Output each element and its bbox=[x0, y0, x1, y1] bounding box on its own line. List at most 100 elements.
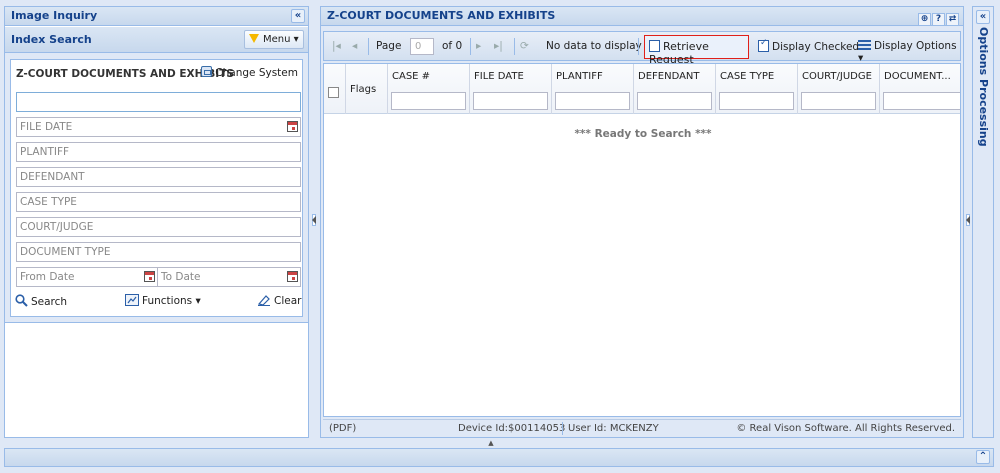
from-date-placeholder: From Date bbox=[20, 271, 75, 283]
functions-icon bbox=[125, 294, 139, 306]
menu-label: Menu ▾ bbox=[263, 34, 299, 45]
column-filter-input[interactable] bbox=[883, 92, 960, 110]
toolbar-separator bbox=[368, 38, 369, 55]
search-label: Search bbox=[31, 296, 68, 308]
column-label: DEFENDANT bbox=[638, 71, 700, 82]
column-filter-input[interactable] bbox=[473, 92, 548, 110]
column-label: CASE # bbox=[392, 71, 431, 82]
device-id: Device Id:$00114053 bbox=[458, 423, 566, 434]
column-header[interactable]: CASE # bbox=[388, 64, 470, 114]
clear-button[interactable]: Clear bbox=[257, 294, 301, 307]
expand-bottom-button[interactable]: ⌃ bbox=[976, 450, 990, 464]
file-date-field[interactable]: FILE DATE bbox=[16, 117, 301, 137]
plantiff-field[interactable]: PLANTIFF bbox=[16, 142, 301, 162]
prev-page-icon[interactable]: ◂ bbox=[352, 40, 357, 52]
from-date-field[interactable]: From Date bbox=[16, 267, 158, 287]
panel-title: Image Inquiry bbox=[11, 9, 98, 22]
status-bar: (PDF) Device Id:$00114053 User Id: MCKEN… bbox=[323, 419, 961, 436]
change-system-button[interactable]: Change System bbox=[201, 66, 298, 79]
functions-label: Functions ▾ bbox=[142, 295, 201, 307]
page-count: of 0 bbox=[442, 40, 463, 52]
column-header[interactable]: FILE DATE bbox=[470, 64, 552, 114]
documents-header: Z-COURT DOCUMENTS AND EXHIBITS ⊕? ⇄ bbox=[320, 6, 964, 26]
index-search-section: Index Search Menu ▾ Z-COURT DOCUMENTS AN… bbox=[5, 27, 308, 323]
column-label: Flags bbox=[350, 84, 377, 95]
column-filter-input[interactable] bbox=[719, 92, 794, 110]
options-processing-title: Options Processing bbox=[977, 27, 990, 147]
paging-status: No data to display bbox=[546, 40, 642, 52]
defendant-field[interactable]: DEFENDANT bbox=[16, 167, 301, 187]
retrieve-request-icon bbox=[649, 40, 660, 52]
collapse-left-button[interactable]: « bbox=[291, 9, 305, 23]
case-type-field[interactable]: CASE TYPE bbox=[16, 192, 301, 212]
column-header[interactable]: COURT/JUDGE bbox=[798, 64, 880, 114]
menu-button[interactable]: Menu ▾ bbox=[244, 30, 304, 49]
column-label: CASE TYPE bbox=[720, 71, 775, 82]
help-icon[interactable]: ? bbox=[932, 13, 945, 26]
select-all-column bbox=[324, 64, 346, 114]
refresh-icon[interactable]: ⟳ bbox=[520, 40, 529, 52]
index-search-bar: Index Search Menu ▾ bbox=[5, 27, 308, 53]
court-judge-field[interactable]: COURT/JUDGE bbox=[16, 217, 301, 237]
select-all-checkbox[interactable] bbox=[328, 87, 339, 98]
format-indicator: (PDF) bbox=[329, 423, 357, 434]
display-checked-button[interactable]: Display Checked bbox=[758, 38, 860, 53]
toolbar-separator bbox=[638, 38, 639, 55]
page-label: Page bbox=[376, 40, 402, 52]
calendar-icon[interactable] bbox=[287, 121, 298, 132]
column-label: FILE DATE bbox=[474, 71, 524, 82]
display-checked-label: Display Checked bbox=[772, 41, 860, 53]
next-page-icon[interactable]: ▸ bbox=[476, 40, 481, 52]
right-splitter-handle[interactable] bbox=[966, 214, 970, 226]
column-header[interactable]: DEFENDANT bbox=[634, 64, 716, 114]
calendar-icon[interactable] bbox=[144, 271, 155, 282]
functions-button[interactable]: Functions ▾ bbox=[125, 294, 201, 307]
empty-grid-message: *** Ready to Search *** bbox=[574, 128, 712, 140]
image-inquiry-header: Image Inquiry « bbox=[4, 6, 309, 26]
left-splitter-handle[interactable] bbox=[312, 214, 316, 226]
system-icon bbox=[201, 66, 213, 77]
display-options-label: Display Options ▾ bbox=[858, 40, 957, 64]
expand-right-button[interactable]: « bbox=[976, 10, 990, 24]
bottom-splitter-handle[interactable]: ▲ bbox=[482, 440, 500, 447]
filter-icon bbox=[249, 34, 259, 43]
case-number-input[interactable] bbox=[16, 92, 301, 112]
last-page-icon[interactable]: ▸| bbox=[494, 40, 503, 52]
calendar-icon[interactable] bbox=[287, 271, 298, 282]
clear-label: Clear bbox=[274, 295, 302, 307]
display-checked-icon bbox=[758, 38, 769, 52]
paging-toolbar: |◂ ◂ Page 0 of 0 ▸ ▸| ⟳ No data to displ… bbox=[323, 31, 961, 66]
print-icon[interactable]: ⊕ bbox=[918, 13, 931, 26]
copyright: © Real Vison Software. All Rights Reserv… bbox=[736, 423, 955, 434]
file-date-placeholder: FILE DATE bbox=[20, 121, 73, 133]
column-filter-input[interactable] bbox=[555, 92, 630, 110]
search-button[interactable]: Search bbox=[15, 294, 67, 308]
column-header[interactable]: CASE TYPE bbox=[716, 64, 798, 114]
refresh-icon[interactable]: ⇄ bbox=[946, 13, 959, 26]
column-header[interactable]: PLANTIFF bbox=[552, 64, 634, 114]
display-options-button[interactable]: Display Options ▾ bbox=[858, 40, 960, 64]
column-filter-input[interactable] bbox=[637, 92, 712, 110]
page-number-input[interactable]: 0 bbox=[410, 38, 434, 55]
to-date-field[interactable]: To Date bbox=[157, 267, 301, 287]
document-type-field[interactable]: DOCUMENT TYPE bbox=[16, 242, 301, 262]
retrieve-request-button[interactable]: Retrieve Request bbox=[644, 35, 749, 66]
eraser-icon bbox=[257, 295, 270, 306]
menu-icon bbox=[858, 40, 871, 50]
documents-panel: Z-COURT DOCUMENTS AND EXHIBITS ⊕? ⇄ |◂ ◂ … bbox=[320, 6, 964, 438]
to-date-placeholder: To Date bbox=[161, 271, 201, 283]
search-icon bbox=[15, 294, 28, 307]
bottom-collapsed-panel: ⌃ bbox=[4, 448, 994, 467]
column-header[interactable]: Flags bbox=[346, 64, 388, 114]
column-header[interactable]: DOCUMENT... bbox=[880, 64, 960, 114]
index-search-title: Index Search bbox=[11, 33, 92, 46]
column-filter-input[interactable] bbox=[391, 92, 466, 110]
change-system-label: Change System bbox=[215, 67, 298, 79]
column-filter-input[interactable] bbox=[801, 92, 876, 110]
splitter-arrow-icon bbox=[966, 216, 970, 224]
first-page-icon[interactable]: |◂ bbox=[332, 40, 341, 52]
options-processing-panel[interactable]: « Options Processing bbox=[972, 6, 994, 438]
splitter-arrow-icon bbox=[312, 216, 316, 224]
toolbar-separator bbox=[470, 38, 471, 55]
results-grid: Flags CASE # FILE DATE PLANTIFF DEFENDAN… bbox=[323, 63, 961, 417]
